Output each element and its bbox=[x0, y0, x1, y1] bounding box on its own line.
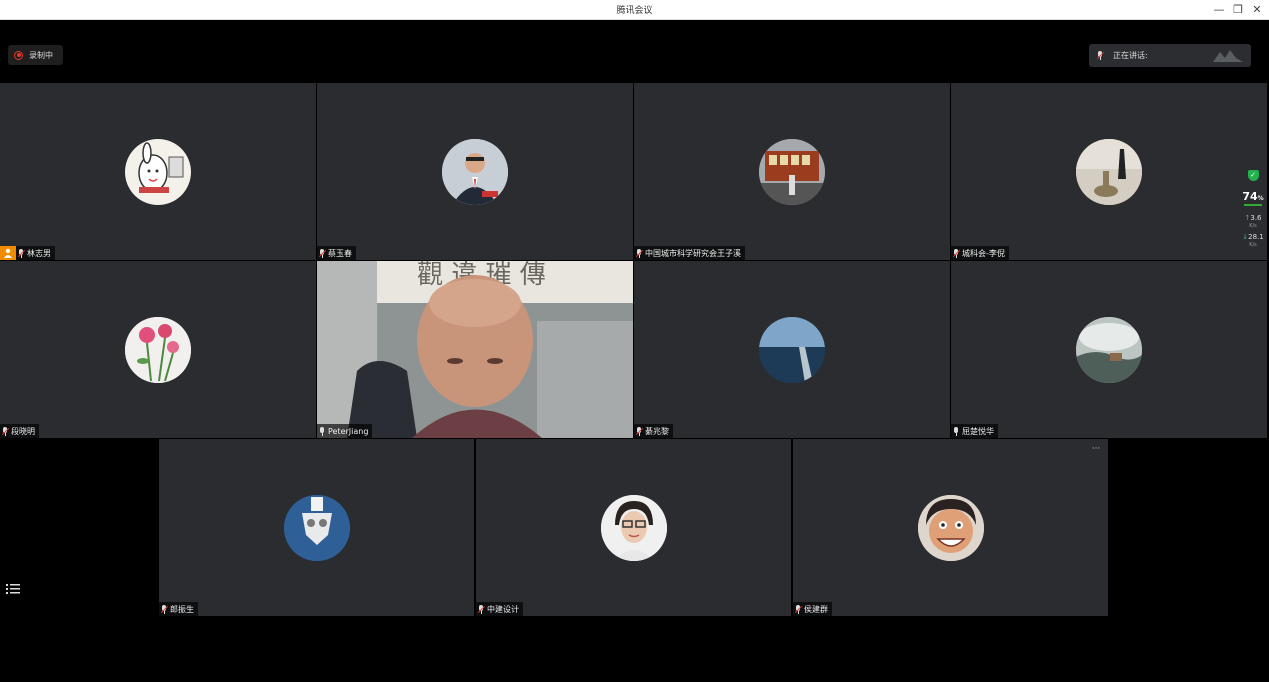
participant-name: 中国城市科学研究会王子溪 bbox=[645, 248, 741, 258]
window-title: 腾讯会议 bbox=[616, 6, 653, 16]
title-bar: 腾讯会议 — ❐ ✕ bbox=[0, 0, 1269, 20]
upload-speed: ↑3.6 K/s bbox=[1244, 214, 1262, 229]
participant-name-tag: 侯建群 bbox=[793, 602, 832, 616]
recording-label: 录制中 bbox=[29, 50, 53, 60]
participant-tile[interactable]: 蔡玉春 bbox=[317, 83, 633, 260]
participant-name: PeterJiang bbox=[328, 426, 369, 436]
speaking-indicator: 正在讲话: bbox=[1089, 44, 1251, 67]
participant-tile[interactable]: 郎振生 bbox=[159, 439, 474, 616]
mic-muted-icon bbox=[477, 604, 486, 614]
mic-muted-icon bbox=[17, 248, 26, 258]
participant-name-tag: 城科会-李倪 bbox=[951, 246, 1009, 260]
recording-indicator[interactable]: 录制中 bbox=[8, 45, 63, 65]
security-shield-icon: ✓ bbox=[1247, 170, 1259, 181]
avatar bbox=[1076, 316, 1142, 383]
participant-name: 綦兆黎 bbox=[645, 426, 669, 436]
waveform-icon bbox=[1213, 50, 1243, 62]
participant-tile[interactable]: 段晓明 bbox=[0, 261, 316, 438]
mic-muted-icon bbox=[952, 248, 961, 258]
minimize-button[interactable]: — bbox=[1211, 2, 1227, 18]
avatar bbox=[125, 316, 191, 383]
camera-video: 觀 違 璀 傳 bbox=[317, 261, 633, 438]
participant-tile[interactable]: 屈楚悦华 bbox=[951, 261, 1267, 438]
participant-name: 林志男 bbox=[27, 248, 51, 258]
participant-name: 段晓明 bbox=[11, 426, 35, 436]
participant-name-tag: 林志男 bbox=[16, 246, 55, 260]
avatar bbox=[759, 316, 825, 383]
participant-name-tag: 蔡玉春 bbox=[317, 246, 356, 260]
avatar bbox=[759, 138, 825, 205]
participant-name: 蔡玉春 bbox=[328, 248, 352, 258]
mic-muted-icon bbox=[1096, 51, 1105, 60]
participant-tile[interactable]: 中国城市科学研究会王子溪 bbox=[634, 83, 950, 260]
participant-tile[interactable]: 中建设计 bbox=[476, 439, 791, 616]
network-quality: 74% bbox=[1242, 190, 1264, 203]
network-stats[interactable]: ✓ 74% ↑3.6 K/s ↓28.1 K/s bbox=[1240, 170, 1266, 249]
participant-name: 屈楚悦华 bbox=[962, 426, 994, 436]
speaking-label: 正在讲话: bbox=[1113, 51, 1148, 60]
participant-name: 城科会-李倪 bbox=[962, 248, 1005, 258]
mic-muted-icon bbox=[794, 604, 803, 614]
participant-tile[interactable]: 城科会-李倪 bbox=[951, 83, 1267, 260]
quality-bar bbox=[1244, 204, 1262, 206]
mic-muted-icon bbox=[635, 426, 644, 436]
mic-icon bbox=[319, 426, 325, 436]
list-icon[interactable] bbox=[6, 583, 20, 595]
avatar bbox=[600, 494, 667, 561]
participant-name: 侯建群 bbox=[804, 604, 828, 614]
avatar bbox=[442, 138, 508, 205]
participant-name-tag: PeterJiang bbox=[317, 424, 373, 438]
download-speed: ↓28.1 K/s bbox=[1242, 233, 1264, 248]
avatar bbox=[1076, 138, 1142, 205]
host-icon bbox=[0, 246, 16, 260]
participant-name: 郎振生 bbox=[170, 604, 194, 614]
participant-tile[interactable]: 綦兆黎 bbox=[634, 261, 950, 438]
participant-video-tile[interactable]: 觀 違 璀 傳 PeterJiang bbox=[317, 261, 633, 438]
avatar bbox=[917, 494, 984, 561]
participant-tile[interactable]: 林志男 bbox=[0, 83, 316, 260]
mic-icon bbox=[953, 426, 959, 436]
avatar bbox=[125, 138, 191, 205]
mic-muted-icon bbox=[1, 426, 10, 436]
participant-name-tag: 郎振生 bbox=[159, 602, 198, 616]
participant-name-tag: 屈楚悦华 bbox=[951, 424, 998, 438]
participant-name: 中建设计 bbox=[487, 604, 519, 614]
participant-name-tag: 段晓明 bbox=[0, 424, 39, 438]
participant-name-tag: 綦兆黎 bbox=[634, 424, 673, 438]
participant-name-tag: 中国城市科学研究会王子溪 bbox=[634, 246, 745, 260]
record-icon bbox=[14, 50, 23, 60]
mic-muted-icon bbox=[160, 604, 169, 614]
avatar bbox=[283, 494, 350, 561]
mic-muted-icon bbox=[318, 248, 327, 258]
mic-muted-icon bbox=[635, 248, 644, 258]
more-options-button[interactable]: ··· bbox=[1090, 445, 1102, 455]
close-button[interactable]: ✕ bbox=[1249, 2, 1265, 18]
restore-button[interactable]: ❐ bbox=[1230, 2, 1246, 18]
participant-tile[interactable]: ··· 侯建群 bbox=[793, 439, 1108, 616]
participant-name-tag: 中建设计 bbox=[476, 602, 523, 616]
